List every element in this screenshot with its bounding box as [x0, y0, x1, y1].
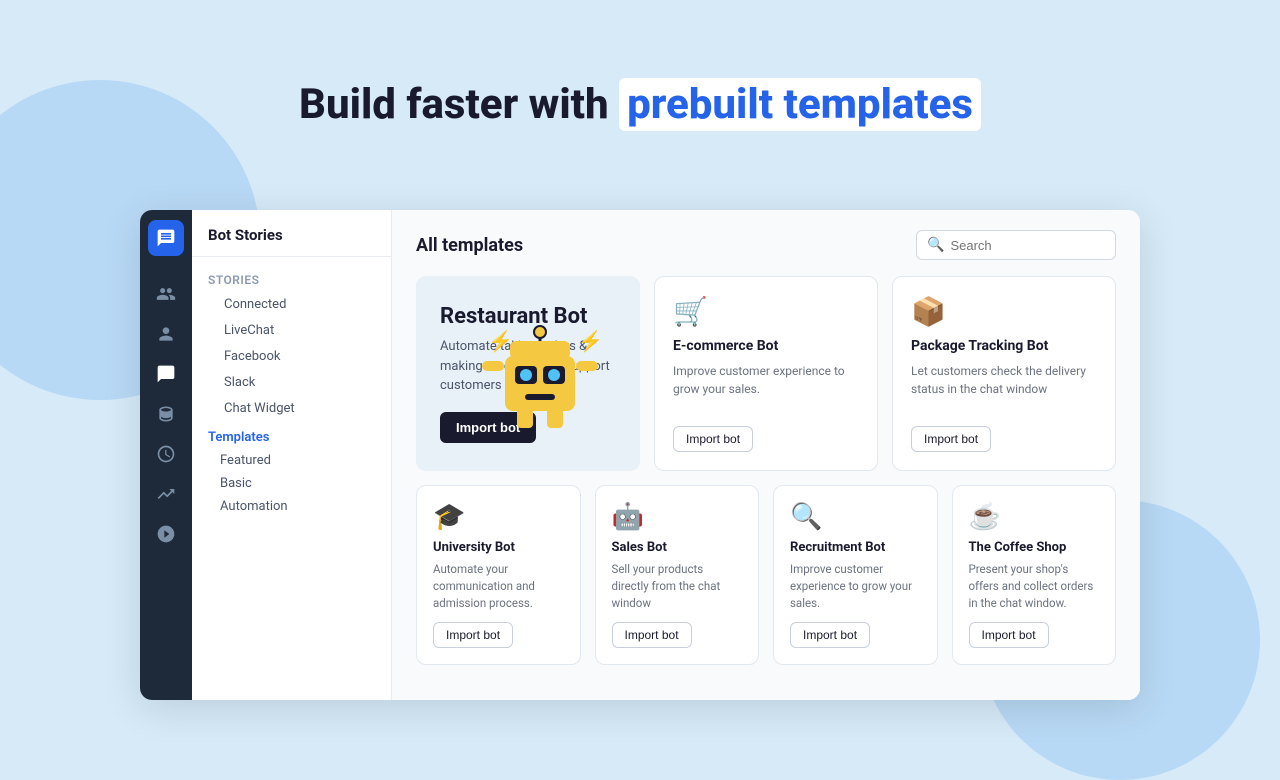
- sidebar-item-facebook[interactable]: Facebook: [196, 344, 387, 369]
- page-header: Build faster with prebuilt templates: [0, 80, 1280, 130]
- main-content: All templates 🔍 Restaurant Bot Automate …: [392, 210, 1140, 700]
- ecommerce-template-card: 🛒 E-commerce Bot Improve customer experi…: [654, 276, 878, 471]
- nav-settings-icon[interactable]: [148, 516, 184, 552]
- tracking-card-desc: Let customers check the delivery status …: [911, 362, 1097, 414]
- sidebar-item-featured[interactable]: Featured: [192, 449, 391, 472]
- sidebar: Bot Stories Stories Connected LiveChat F…: [192, 210, 392, 700]
- nav-chat-icon[interactable]: [148, 356, 184, 392]
- nav-clock-icon[interactable]: [148, 436, 184, 472]
- university-card-title: University Bot: [433, 540, 564, 555]
- nav-analytics-icon[interactable]: [148, 476, 184, 512]
- stories-section-label: Stories: [192, 265, 391, 291]
- recruitment-card-desc: Improve customer experience to grow your…: [790, 561, 921, 613]
- sales-icon: 🤖: [612, 502, 743, 532]
- recruitment-template-card: 🔍 Recruitment Bot Improve customer exper…: [773, 485, 938, 666]
- content-header: All templates 🔍: [416, 230, 1116, 260]
- tracking-card-title: Package Tracking Bot: [911, 338, 1097, 354]
- search-input[interactable]: [950, 238, 1105, 253]
- featured-template-card: Restaurant Bot Automate taking orders & …: [416, 276, 640, 471]
- template-grid-top: Restaurant Bot Automate taking orders & …: [416, 276, 1116, 471]
- university-card-desc: Automate your communication and admissio…: [433, 561, 564, 613]
- app-title: Bot Stories: [192, 226, 391, 257]
- recruitment-icon: 🔍: [790, 502, 921, 532]
- main-heading: Build faster with prebuilt templates: [0, 80, 1280, 130]
- ecommerce-card-desc: Improve customer experience to grow your…: [673, 362, 859, 414]
- sidebar-item-slack[interactable]: Slack: [196, 370, 387, 395]
- sidebar-item-connected[interactable]: Connected: [196, 292, 387, 317]
- ecommerce-import-button[interactable]: Import bot: [673, 426, 753, 452]
- tracking-import-button[interactable]: Import bot: [911, 426, 991, 452]
- university-template-card: 🎓 University Bot Automate your communica…: [416, 485, 581, 666]
- sales-template-card: 🤖 Sales Bot Sell your products directly …: [595, 485, 760, 666]
- heading-text: Build faster with: [299, 80, 619, 129]
- svg-text:⚡: ⚡: [488, 329, 513, 353]
- sidebar-item-livechat[interactable]: LiveChat: [196, 318, 387, 343]
- logo-icon: [156, 228, 176, 248]
- icon-rail: [140, 210, 192, 700]
- coffee-icon: ☕: [969, 502, 1100, 532]
- tracking-template-card: 📦 Package Tracking Bot Let customers che…: [892, 276, 1116, 471]
- content-title: All templates: [416, 235, 523, 256]
- tracking-icon: 📦: [911, 295, 1097, 328]
- templates-section-header[interactable]: Templates: [192, 422, 391, 449]
- nav-contacts-icon[interactable]: [148, 316, 184, 352]
- ecommerce-card-title: E-commerce Bot: [673, 338, 859, 354]
- sidebar-item-basic[interactable]: Basic: [192, 472, 391, 495]
- nav-team-icon[interactable]: [148, 276, 184, 312]
- search-box[interactable]: 🔍: [916, 230, 1116, 260]
- robot-illustration: ⚡ ⚡: [460, 286, 620, 446]
- app-logo[interactable]: [148, 220, 184, 256]
- coffee-card-desc: Present your shop's offers and collect o…: [969, 561, 1100, 613]
- coffee-card-title: The Coffee Shop: [969, 540, 1100, 555]
- sales-card-title: Sales Bot: [612, 540, 743, 555]
- university-import-button[interactable]: Import bot: [433, 622, 513, 648]
- nav-database-icon[interactable]: [148, 396, 184, 432]
- recruitment-card-title: Recruitment Bot: [790, 540, 921, 555]
- sales-card-desc: Sell your products directly from the cha…: [612, 561, 743, 613]
- university-icon: 🎓: [433, 502, 564, 532]
- template-grid-bottom: 🎓 University Bot Automate your communica…: [416, 485, 1116, 666]
- sidebar-item-automation[interactable]: Automation: [192, 495, 391, 518]
- search-icon: 🔍: [927, 237, 944, 253]
- heading-highlight: prebuilt templates: [619, 78, 981, 131]
- coffee-template-card: ☕ The Coffee Shop Present your shop's of…: [952, 485, 1117, 666]
- sales-import-button[interactable]: Import bot: [612, 622, 692, 648]
- svg-text:⚡: ⚡: [578, 329, 603, 353]
- coffee-import-button[interactable]: Import bot: [969, 622, 1049, 648]
- app-container: Bot Stories Stories Connected LiveChat F…: [140, 210, 1140, 700]
- ecommerce-icon: 🛒: [673, 295, 859, 328]
- recruitment-import-button[interactable]: Import bot: [790, 622, 870, 648]
- sidebar-item-chatwidget[interactable]: Chat Widget: [196, 396, 387, 421]
